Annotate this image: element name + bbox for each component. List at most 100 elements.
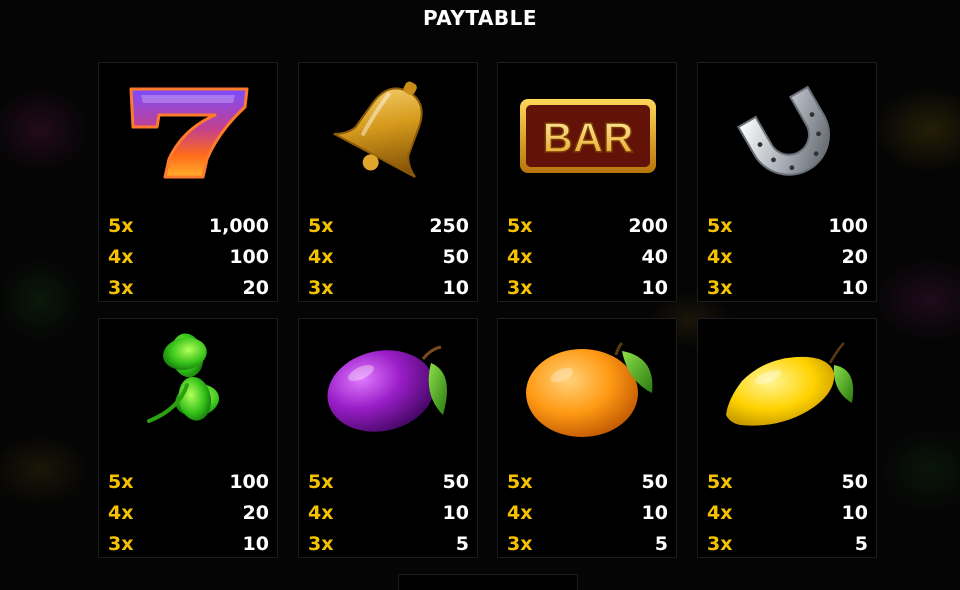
payout-value: 10 bbox=[841, 502, 868, 524]
multiplier-label: 5x bbox=[308, 215, 334, 237]
clover-icon bbox=[119, 329, 259, 439]
symbol-card-bell: 5x 250 4x 50 3x 10 bbox=[298, 62, 478, 302]
payout-row: 5x 250 bbox=[308, 211, 469, 242]
multiplier-label: 3x bbox=[108, 277, 134, 299]
multiplier-label: 4x bbox=[308, 246, 334, 268]
multiplier-label: 5x bbox=[507, 215, 533, 237]
payout-value: 200 bbox=[628, 215, 668, 237]
payout-row: 3x 10 bbox=[707, 273, 868, 304]
payout-value: 10 bbox=[841, 277, 868, 299]
symbol-card-plum: 5x 50 4x 10 3x 5 bbox=[298, 318, 478, 558]
payout-row: 4x 10 bbox=[308, 498, 469, 529]
payout-row: 5x 200 bbox=[507, 211, 668, 242]
payout-value: 40 bbox=[641, 246, 668, 268]
multiplier-label: 5x bbox=[108, 471, 134, 493]
multiplier-label: 3x bbox=[507, 277, 533, 299]
payout-value: 250 bbox=[429, 215, 469, 237]
multiplier-label: 5x bbox=[108, 215, 134, 237]
multiplier-label: 4x bbox=[308, 502, 334, 524]
multiplier-label: 4x bbox=[507, 246, 533, 268]
symbol-card-lemon: 5x 50 4x 10 3x 5 bbox=[697, 318, 877, 558]
multiplier-label: 4x bbox=[108, 502, 134, 524]
payout-row: 5x 50 bbox=[308, 467, 469, 498]
multiplier-label: 4x bbox=[108, 246, 134, 268]
symbol-card-bar: BAR 5x 200 4x 40 3x 10 bbox=[497, 62, 677, 302]
payout-value: 1,000 bbox=[208, 215, 269, 237]
payout-value: 20 bbox=[242, 502, 269, 524]
payout-row: 5x 50 bbox=[507, 467, 668, 498]
orange-icon bbox=[518, 329, 658, 439]
payout-value: 50 bbox=[641, 471, 668, 493]
multiplier-label: 5x bbox=[507, 471, 533, 493]
bar-label: BAR bbox=[543, 114, 634, 161]
symbol-card-horseshoe: 5x 100 4x 20 3x 10 bbox=[697, 62, 877, 302]
payout-value: 10 bbox=[641, 502, 668, 524]
payout-list: 5x 100 4x 20 3x 10 bbox=[108, 467, 269, 560]
horseshoe-icon bbox=[718, 73, 858, 183]
payout-value: 10 bbox=[641, 277, 668, 299]
payout-value: 50 bbox=[841, 471, 868, 493]
payout-row: 3x 5 bbox=[707, 529, 868, 560]
payout-list: 5x 200 4x 40 3x 10 bbox=[507, 211, 668, 304]
payout-value: 10 bbox=[442, 502, 469, 524]
next-row-card-edge bbox=[398, 574, 578, 590]
payout-row: 4x 100 bbox=[108, 242, 269, 273]
payout-row: 5x 100 bbox=[108, 467, 269, 498]
lemon-icon bbox=[718, 329, 858, 439]
payout-row: 3x 5 bbox=[507, 529, 668, 560]
payout-value: 100 bbox=[828, 215, 868, 237]
payout-value: 100 bbox=[229, 246, 269, 268]
payout-row: 3x 5 bbox=[308, 529, 469, 560]
payout-row: 4x 40 bbox=[507, 242, 668, 273]
multiplier-label: 5x bbox=[707, 215, 733, 237]
multiplier-label: 3x bbox=[308, 533, 334, 555]
payout-row: 4x 10 bbox=[507, 498, 668, 529]
payout-value: 5 bbox=[455, 533, 469, 555]
payout-value: 10 bbox=[242, 533, 269, 555]
multiplier-label: 3x bbox=[308, 277, 334, 299]
payout-value: 10 bbox=[442, 277, 469, 299]
payout-row: 5x 50 bbox=[707, 467, 868, 498]
payout-row: 4x 10 bbox=[707, 498, 868, 529]
paytable-screen: PAYTABLE 5x 1,000 4x 100 3x 20 5x 250 4x… bbox=[0, 0, 960, 590]
payout-list: 5x 50 4x 10 3x 5 bbox=[507, 467, 668, 560]
payout-row: 4x 20 bbox=[108, 498, 269, 529]
payout-value: 20 bbox=[242, 277, 269, 299]
payout-list: 5x 50 4x 10 3x 5 bbox=[308, 467, 469, 560]
multiplier-label: 4x bbox=[707, 502, 733, 524]
bar-icon: BAR bbox=[518, 73, 658, 183]
payout-list: 5x 250 4x 50 3x 10 bbox=[308, 211, 469, 304]
payout-value: 20 bbox=[841, 246, 868, 268]
payout-row: 3x 10 bbox=[108, 529, 269, 560]
multiplier-label: 3x bbox=[507, 533, 533, 555]
multiplier-label: 3x bbox=[108, 533, 134, 555]
payout-value: 50 bbox=[442, 246, 469, 268]
payout-row: 3x 10 bbox=[308, 273, 469, 304]
payout-list: 5x 50 4x 10 3x 5 bbox=[707, 467, 868, 560]
multiplier-label: 3x bbox=[707, 277, 733, 299]
seven-icon bbox=[119, 73, 259, 183]
payout-row: 5x 100 bbox=[707, 211, 868, 242]
multiplier-label: 5x bbox=[707, 471, 733, 493]
plum-icon bbox=[319, 329, 459, 439]
multiplier-label: 4x bbox=[707, 246, 733, 268]
symbol-card-clover: 5x 100 4x 20 3x 10 bbox=[98, 318, 278, 558]
payout-row: 3x 20 bbox=[108, 273, 269, 304]
page-title: PAYTABLE bbox=[422, 6, 538, 30]
payout-list: 5x 100 4x 20 3x 10 bbox=[707, 211, 868, 304]
bell-icon bbox=[319, 73, 459, 183]
payout-value: 5 bbox=[654, 533, 668, 555]
payout-value: 5 bbox=[854, 533, 868, 555]
payout-row: 4x 50 bbox=[308, 242, 469, 273]
payout-row: 3x 10 bbox=[507, 273, 668, 304]
payout-value: 50 bbox=[442, 471, 469, 493]
multiplier-label: 5x bbox=[308, 471, 334, 493]
payout-value: 100 bbox=[229, 471, 269, 493]
payout-row: 5x 1,000 bbox=[108, 211, 269, 242]
multiplier-label: 4x bbox=[507, 502, 533, 524]
multiplier-label: 3x bbox=[707, 533, 733, 555]
symbol-card-orange: 5x 50 4x 10 3x 5 bbox=[497, 318, 677, 558]
symbol-card-seven: 5x 1,000 4x 100 3x 20 bbox=[98, 62, 278, 302]
payout-row: 4x 20 bbox=[707, 242, 868, 273]
payout-list: 5x 1,000 4x 100 3x 20 bbox=[108, 211, 269, 304]
